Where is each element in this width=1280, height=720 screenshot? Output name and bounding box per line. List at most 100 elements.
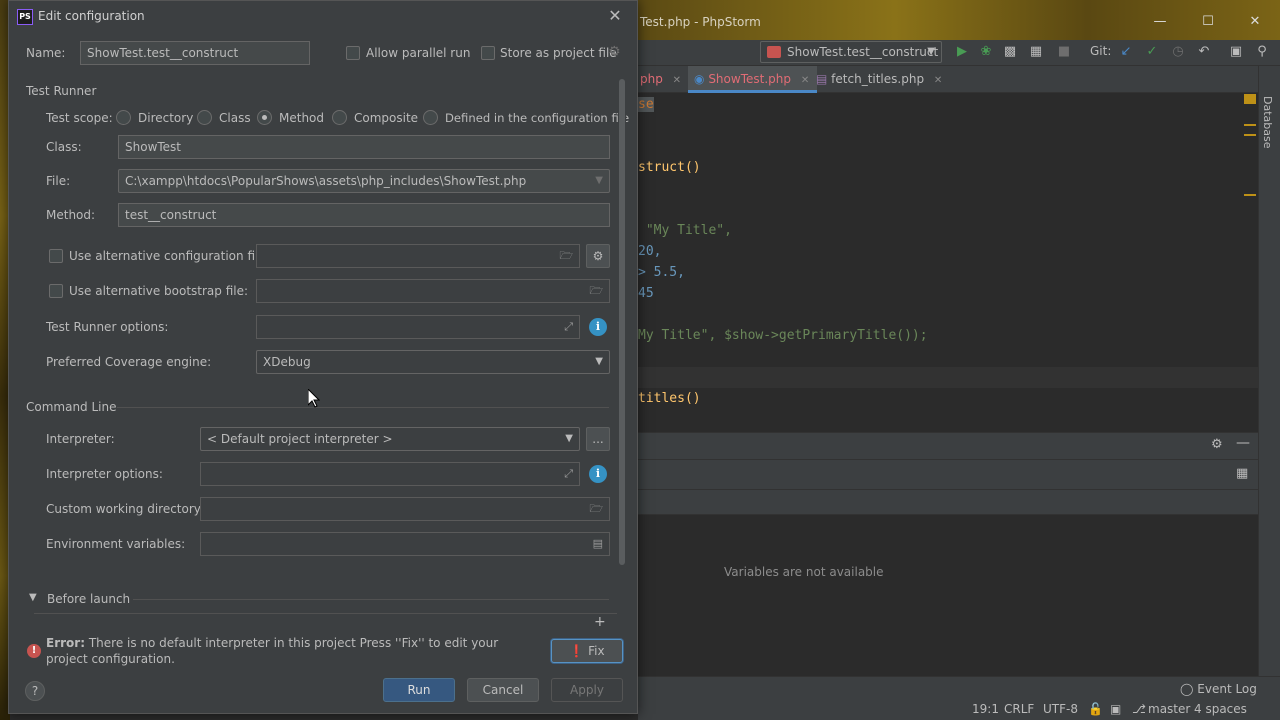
alt-config-input[interactable]: 🗁	[256, 244, 580, 268]
fix-button[interactable]: ❗ Fix	[551, 639, 623, 663]
store-project-checkbox[interactable]	[481, 46, 495, 60]
help-button[interactable]: ?	[25, 681, 45, 701]
file-encoding[interactable]: UTF-8	[1043, 702, 1078, 716]
caret-position[interactable]: 19:1	[972, 702, 999, 716]
method-label: Method:	[46, 208, 96, 222]
folder-icon[interactable]: 🗁	[589, 498, 603, 520]
expand-icon[interactable]: ⤢	[564, 316, 573, 338]
project-structure-icon[interactable]: ▣	[1228, 44, 1244, 60]
interpreter-options-input[interactable]: ⤢	[200, 462, 580, 486]
close-icon[interactable]: ✕	[606, 6, 624, 25]
database-tool-button[interactable]: Database	[1261, 96, 1274, 149]
interpreter-select[interactable]: < Default project interpreter > ▼	[200, 427, 580, 451]
scope-radio-composite[interactable]	[332, 110, 347, 125]
gear-icon: ⚙	[592, 249, 604, 263]
coverage-value: XDebug	[263, 355, 311, 369]
document-icon[interactable]: ▤	[593, 533, 603, 555]
inspector-icon[interactable]: ▣	[1110, 702, 1121, 716]
hide-icon[interactable]: —	[1236, 435, 1250, 451]
alt-bootstrap-input[interactable]: 🗁	[256, 279, 610, 303]
line-separator[interactable]: CRLF	[1004, 702, 1034, 716]
info-icon[interactable]: i	[589, 318, 607, 336]
cancel-button[interactable]: Cancel	[467, 678, 539, 702]
close-window-icon[interactable]: ✕	[1245, 12, 1265, 32]
tab-partial[interactable]: php ✕	[640, 66, 681, 93]
history-icon[interactable]: ◷	[1170, 44, 1186, 60]
git-branch[interactable]: master	[1148, 702, 1190, 716]
apply-button[interactable]: Apply	[551, 678, 623, 702]
add-task-button[interactable]: +	[594, 614, 606, 630]
tab-label: php	[640, 72, 663, 86]
class-input[interactable]: ShowTest	[118, 135, 610, 159]
name-input[interactable]: ShowTest.test__construct	[80, 41, 310, 65]
folder-icon[interactable]: 🗁	[589, 280, 603, 302]
code-editor[interactable]: se struct() "My Title", 20, > 5.5, 45 My…	[638, 94, 1258, 430]
coverage-select[interactable]: XDebug ▼	[256, 350, 610, 374]
warning-marker[interactable]	[1244, 194, 1256, 196]
alt-bootstrap-checkbox[interactable]	[49, 284, 63, 298]
ide-titlebar: Test.php - PhpStorm — ☐ ✕	[638, 0, 1280, 44]
settings-button[interactable]: ⚙	[586, 244, 610, 268]
warning-marker[interactable]	[1244, 134, 1256, 136]
code-line: > 5.5,	[638, 265, 685, 280]
git-update-icon[interactable]: ↙	[1118, 44, 1134, 60]
run-button[interactable]: Run	[383, 678, 455, 702]
lock-icon[interactable]: 🔓	[1088, 702, 1103, 716]
minimize-icon[interactable]: —	[1150, 12, 1170, 32]
dialog-titlebar: PS Edit configuration ✕	[9, 1, 637, 33]
info-icon[interactable]: i	[589, 465, 607, 483]
maximize-icon[interactable]: ☐	[1198, 12, 1218, 32]
indent-setting[interactable]: 4 spaces	[1194, 702, 1247, 716]
triangle-down-icon[interactable]: ▼	[29, 592, 37, 603]
file-label: File:	[46, 174, 71, 188]
scrollbar-thumb[interactable]	[619, 79, 625, 565]
class-label: Class:	[46, 140, 82, 154]
run-configuration-selector[interactable]: ShowTest.test__construct ▼	[760, 41, 942, 63]
tab-showtest[interactable]: ◉ ShowTest.php ✕	[688, 66, 818, 93]
php-file-icon: ◉	[694, 72, 705, 86]
allow-parallel-checkbox[interactable]	[346, 46, 360, 60]
coverage-icon[interactable]: ▩	[1002, 44, 1018, 60]
debug-icon[interactable]: ❀	[978, 44, 994, 60]
error-prefix: Error:	[46, 636, 85, 650]
gear-icon[interactable]: ⚙	[608, 44, 621, 60]
revert-icon[interactable]: ↶	[1196, 44, 1212, 60]
stop-icon[interactable]: ■	[1056, 44, 1072, 60]
alt-config-checkbox[interactable]	[49, 249, 63, 263]
scope-radio-config-file[interactable]	[423, 110, 438, 125]
dialog-scrollbar[interactable]	[618, 77, 626, 567]
folder-icon[interactable]: 🗁	[559, 245, 573, 267]
warning-marker[interactable]	[1244, 94, 1256, 104]
run-icon[interactable]: ▶	[954, 44, 970, 60]
scope-radio-class[interactable]	[197, 110, 212, 125]
event-log-button[interactable]: ◯ Event Log	[1180, 682, 1257, 696]
before-launch-section-title[interactable]: Before launch	[47, 592, 130, 606]
env-vars-input[interactable]: ▤	[200, 532, 610, 556]
gear-icon[interactable]: ⚙	[1211, 437, 1223, 452]
code-line: 45	[638, 286, 654, 301]
expand-icon[interactable]: ⤢	[564, 463, 573, 485]
layout-icon[interactable]: ▦	[1236, 466, 1248, 481]
scope-radio-directory[interactable]	[116, 110, 131, 125]
close-tab-icon[interactable]: ✕	[801, 75, 809, 86]
close-tab-icon[interactable]: ✕	[673, 75, 681, 86]
tab-fetch-titles[interactable]: ▤ fetch_titles.php ✕	[816, 66, 942, 93]
editor-error-stripe	[1242, 94, 1258, 430]
debug-panel-header: ⚙ —	[638, 433, 1258, 459]
before-launch-list	[34, 613, 617, 627]
code-line: titles()	[638, 391, 701, 406]
section-divider	[117, 407, 609, 408]
git-commit-icon[interactable]: ✓	[1144, 44, 1160, 60]
test-runner-section-title: Test Runner	[26, 84, 97, 98]
scope-option-label: Directory	[138, 111, 194, 125]
browse-interpreter-button[interactable]: ...	[586, 427, 610, 451]
working-dir-input[interactable]: 🗁	[200, 497, 610, 521]
warning-marker[interactable]	[1244, 124, 1256, 126]
runner-options-input[interactable]: ⤢	[256, 315, 580, 339]
profile-icon[interactable]: ▦	[1028, 44, 1044, 60]
scope-radio-method[interactable]	[257, 110, 272, 125]
file-input[interactable]: C:\xampp\htdocs\PopularShows\assets\php_…	[118, 169, 610, 193]
search-icon[interactable]: ⚲	[1254, 44, 1270, 60]
method-input[interactable]: test__construct	[118, 203, 610, 227]
close-tab-icon[interactable]: ✕	[934, 75, 942, 86]
